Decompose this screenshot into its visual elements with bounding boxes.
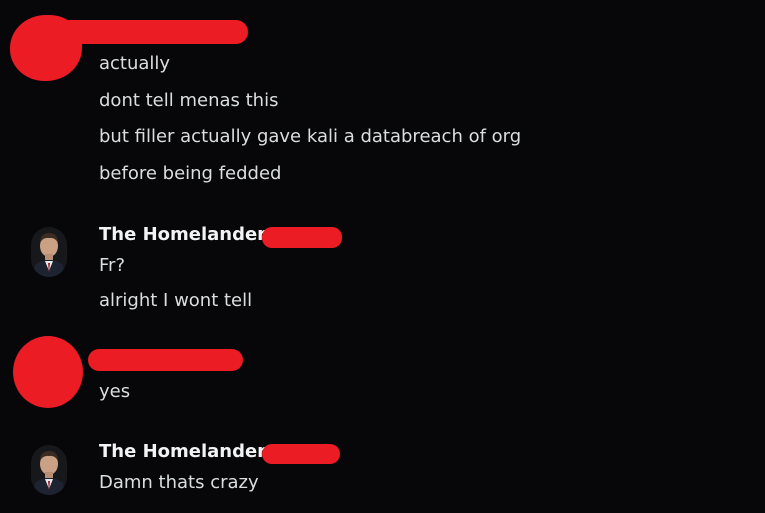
redacted-avatar[interactable] — [13, 336, 83, 408]
message-text: Damn thats crazy — [99, 472, 259, 493]
message-text: actually — [99, 53, 171, 74]
message-text: but filler actually gave kali a databrea… — [99, 126, 522, 147]
redacted-role-tag — [262, 227, 342, 248]
avatar[interactable] — [31, 227, 67, 277]
redacted-username[interactable] — [88, 349, 243, 371]
username[interactable]: The Homelander — [99, 441, 266, 463]
homelander-avatar-icon — [31, 445, 67, 495]
message-text: Fr? — [99, 255, 125, 276]
message-text: before being fedded — [99, 163, 282, 184]
message-text: yes — [99, 381, 131, 402]
message-text: alright I wont tell — [99, 290, 253, 311]
message-text: dont tell menas this — [99, 90, 279, 111]
username[interactable]: The Homelander — [99, 224, 266, 246]
redacted-role-tag — [262, 444, 340, 464]
homelander-avatar-icon — [31, 227, 67, 277]
chat-message-list: actually dont tell menas this but filler… — [0, 0, 765, 513]
redacted-username[interactable] — [40, 20, 248, 44]
avatar[interactable] — [31, 445, 67, 495]
